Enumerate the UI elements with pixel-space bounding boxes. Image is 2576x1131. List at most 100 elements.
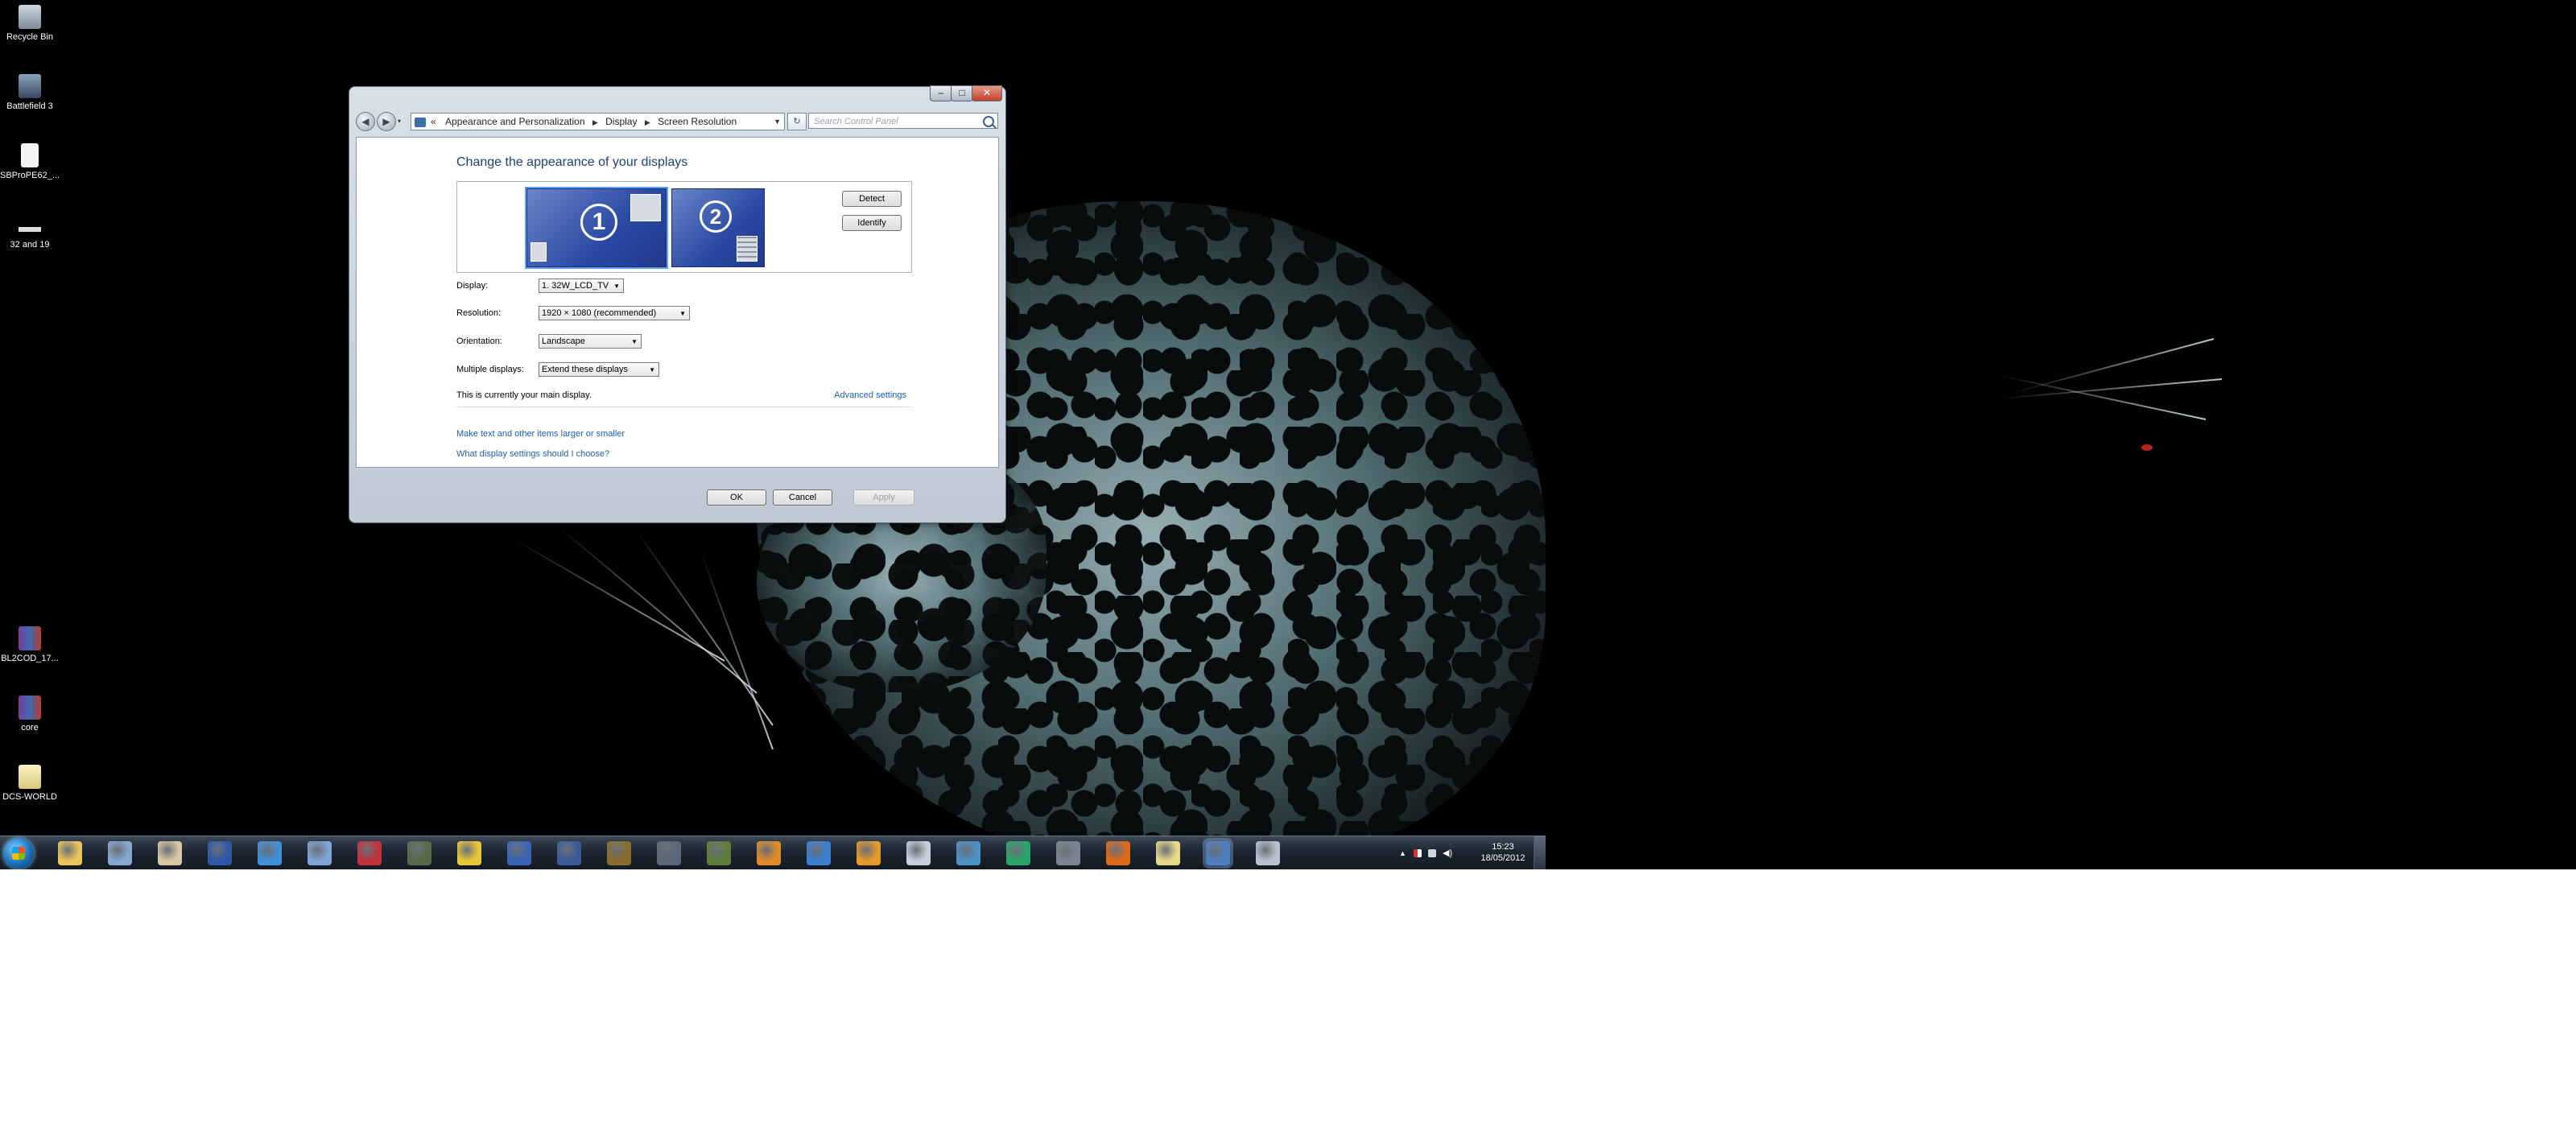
cookie-icon[interactable] — [158, 841, 182, 865]
battlefield-icon — [19, 74, 41, 98]
camo-icon[interactable] — [707, 841, 731, 865]
winrar-icon — [19, 696, 41, 720]
minimize-button[interactable]: – — [930, 85, 952, 101]
breadcrumb-overflow[interactable]: « — [431, 116, 436, 127]
orientation-select[interactable]: Landscape ▼ — [539, 334, 642, 349]
show-hidden-icon[interactable]: ▲ — [1399, 849, 1407, 857]
monitor-illustration-icon — [737, 236, 758, 262]
plane-icon[interactable] — [807, 841, 831, 865]
resolution-label: Resolution: — [456, 308, 502, 318]
maximize-button[interactable]: □ — [951, 85, 973, 101]
desktop-icon-bl2cod[interactable]: BL2COD_17... — [0, 626, 60, 663]
resolution-select[interactable]: 1920 × 1080 (recommended) ▼ — [539, 306, 690, 320]
breadcrumb-screen-resolution[interactable]: Screen Resolution — [658, 116, 737, 127]
resolution-value: 1920 × 1080 (recommended) — [542, 308, 657, 318]
apply-button[interactable]: Apply — [853, 489, 914, 506]
monitor-1[interactable]: 1 — [525, 187, 668, 269]
chevron-right-icon[interactable]: ▶ — [645, 118, 650, 126]
desktop-icon-core[interactable]: core — [0, 696, 60, 733]
back-button[interactable]: ◀ — [356, 112, 375, 131]
page-title: Change the appearance of your displays — [456, 155, 688, 169]
start-button[interactable] — [3, 838, 34, 869]
g-icon[interactable] — [457, 841, 481, 865]
red-star-icon[interactable] — [557, 841, 581, 865]
desktop-icon-32-and-19[interactable]: 32 and 19 — [0, 213, 60, 250]
address-bar[interactable]: « Appearance and Personalization ▶ Displ… — [411, 113, 785, 130]
recent-pages-icon[interactable]: ▾ — [398, 118, 401, 125]
winrar-icon — [19, 626, 41, 650]
forward-button[interactable]: ▶ — [377, 112, 396, 131]
taskbar: ▲ ◀) 15:23 18/05/2012 — [0, 836, 1546, 869]
search-input[interactable]: Search Control Panel — [808, 113, 998, 129]
guitar-icon[interactable] — [757, 841, 781, 865]
multiple-displays-select[interactable]: Extend these displays ▼ — [539, 362, 659, 377]
identify-button[interactable]: Identify — [842, 215, 902, 231]
control-panel-icon[interactable] — [1206, 841, 1230, 865]
chevron-down-icon: ▼ — [613, 283, 620, 290]
explorer-icon[interactable] — [58, 841, 82, 865]
star-badge-icon[interactable] — [507, 841, 531, 865]
show-desktop-button[interactable] — [1534, 836, 1546, 869]
orientation-label: Orientation: — [456, 336, 502, 346]
dialog-footer: OK Cancel Apply — [356, 467, 997, 515]
content-pane: Change the appearance of your displays 1… — [356, 137, 999, 468]
display-help-link[interactable]: What display settings should I choose? — [456, 449, 609, 459]
flag-icon[interactable] — [1414, 849, 1422, 857]
close-button[interactable]: ✕ — [972, 85, 1002, 101]
main-display-text: This is currently your main display. — [456, 390, 592, 400]
network-icon[interactable] — [1256, 841, 1280, 865]
text-size-link[interactable]: Make text and other items larger or smal… — [456, 429, 625, 439]
star-icon[interactable] — [357, 841, 382, 865]
document-icon — [21, 143, 39, 167]
desktop-monitor-1: Recycle Bin Battlefield 3 SBProPE62_... … — [0, 0, 1546, 869]
joystick-icon[interactable] — [308, 841, 332, 865]
hud-icon[interactable] — [208, 841, 232, 865]
refresh-icon: ↻ — [793, 117, 801, 126]
screen-resolution-window: – □ ✕ ◀ ▶ ▾ « Appearance and Personaliza… — [349, 85, 1006, 523]
radar-icon[interactable] — [1006, 841, 1030, 865]
advanced-settings-link[interactable]: Advanced settings — [834, 390, 906, 400]
tools-icon[interactable] — [857, 841, 881, 865]
cancel-button[interactable]: Cancel — [773, 489, 832, 506]
monitor-arrangement: 1 2 Detect Identify — [456, 181, 912, 273]
chevron-down-icon: ▼ — [649, 366, 655, 374]
firefox-icon[interactable] — [1106, 841, 1130, 865]
moon-icon[interactable] — [906, 841, 931, 865]
desktop-icon-sbpro[interactable]: SBProPE62_... — [0, 143, 60, 180]
search-placeholder: Search Control Panel — [814, 117, 898, 126]
ok-button[interactable]: OK — [707, 489, 766, 506]
dcs-icon[interactable] — [1056, 841, 1080, 865]
chevron-down-icon[interactable]: ▼ — [774, 114, 781, 130]
recycle-bin-icon — [19, 5, 41, 29]
ufo-icon[interactable] — [108, 841, 132, 865]
wallpaper-whisker — [559, 526, 758, 694]
aircraft-icon[interactable] — [956, 841, 980, 865]
monitor-number: 2 — [700, 200, 732, 233]
desktop-icon-dcs-world[interactable]: DCS-WORLD — [0, 765, 60, 802]
folder-icon[interactable] — [1156, 841, 1180, 865]
wallpaper-leopard-eye — [2141, 444, 2153, 451]
breadcrumb-appearance[interactable]: Appearance and Personalization — [445, 116, 584, 127]
network-tray-icon[interactable] — [1428, 849, 1436, 857]
multiple-displays-value: Extend these displays — [542, 365, 629, 374]
display-select[interactable]: 1. 32W_LCD_TV ▼ — [539, 279, 624, 293]
desktop-icon-battlefield-3[interactable]: Battlefield 3 — [0, 74, 60, 111]
jet-icon[interactable] — [657, 841, 681, 865]
chevron-right-icon[interactable]: ▶ — [592, 118, 598, 126]
control-panel-icon — [415, 117, 426, 127]
monitor-2[interactable]: 2 — [671, 188, 765, 267]
monitor-illustration-icon — [630, 194, 661, 221]
refresh-button[interactable]: ↻ — [787, 113, 807, 130]
orientation-value: Landscape — [542, 336, 585, 346]
coin-icon[interactable] — [607, 841, 631, 865]
tank-icon[interactable] — [407, 841, 431, 865]
clock[interactable]: 15:23 18/05/2012 — [1475, 841, 1531, 864]
monitor-illustration-icon — [530, 242, 547, 262]
breadcrumb-display[interactable]: Display — [605, 116, 637, 127]
empty-area — [0, 869, 2576, 1131]
search-icon[interactable] — [983, 116, 994, 127]
detect-button[interactable]: Detect — [842, 191, 902, 207]
desktop-icon-recycle-bin[interactable]: Recycle Bin — [0, 5, 60, 42]
volume-icon[interactable]: ◀) — [1443, 849, 1452, 858]
flightsim-icon[interactable] — [258, 841, 282, 865]
